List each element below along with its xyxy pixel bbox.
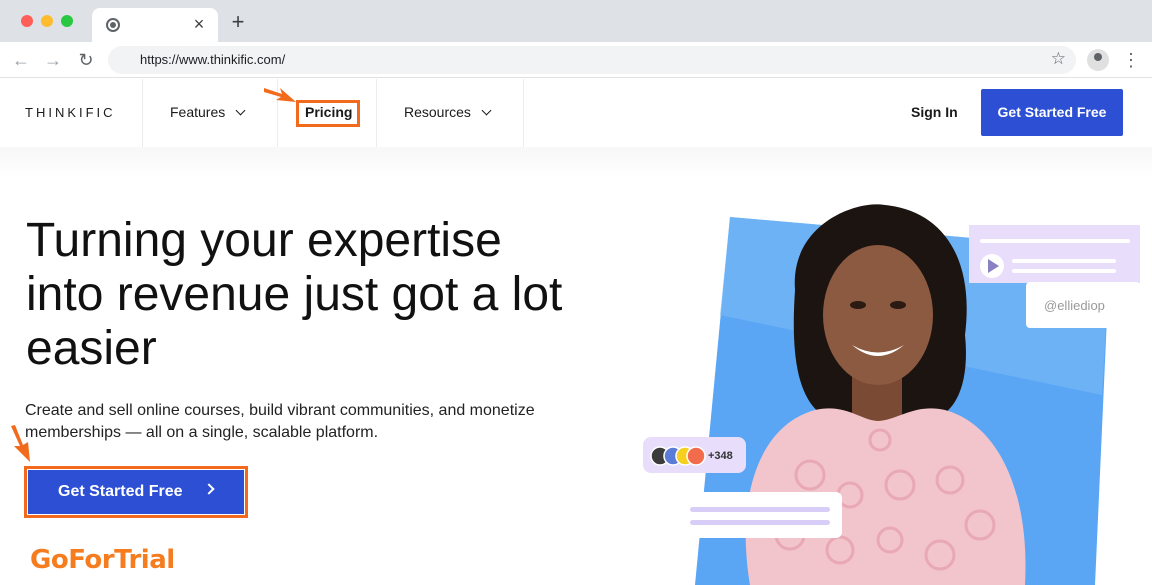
hero-cta-label: Get Started Free [58,483,183,500]
text-card-line [690,507,830,512]
reload-button[interactable]: ↻ [75,49,97,71]
profile-avatar-icon[interactable] [1087,49,1109,71]
person-face [823,245,933,385]
header-shadow [0,147,1152,177]
browser-tab-bar: × + [0,0,1152,42]
person-eye-right [890,301,906,309]
nav-divider [142,79,143,147]
url-text[interactable]: https://www.thinkific.com/ [140,52,285,67]
chevron-down-icon [481,105,492,116]
new-tab-button[interactable]: + [228,11,248,33]
chevron-down-icon [235,105,246,116]
video-card-line [1012,269,1116,273]
header-get-started-button[interactable]: Get Started Free [981,89,1123,136]
browser-menu-icon[interactable]: ⋮ [1122,49,1140,71]
address-bar[interactable]: https://www.thinkific.com/ ☆ [108,46,1076,74]
nav-divider [376,79,377,147]
browser-tab[interactable]: × [92,8,218,42]
avatar-count: +348 [708,450,733,462]
avatar [686,446,706,466]
hero-subtitle: Create and sell online courses, build vi… [25,402,535,441]
person-eye-left [850,301,866,309]
browser-toolbar: ← → ↻ https://www.thinkific.com/ ☆ ⋮ [0,42,1152,78]
close-window-button[interactable] [21,15,33,27]
bookmark-star-icon[interactable]: ☆ [1051,49,1066,69]
cta-pointer-arrow-icon [11,425,30,462]
minimize-window-button[interactable] [41,15,53,27]
back-button[interactable]: ← [10,49,32,71]
nav-resources-label: Resources [404,104,471,120]
sign-in-link[interactable]: Sign In [911,104,958,120]
thinkific-logo[interactable]: THINKIFIC [25,105,116,120]
creator-handle: @elliediop [1044,298,1105,313]
video-card-line [1012,259,1116,263]
close-tab-icon[interactable]: × [190,15,208,33]
nav-divider [523,79,524,147]
text-card-line [690,520,830,525]
hero-illustration [643,204,1140,585]
forward-button[interactable]: → [42,49,64,71]
hero-title: Turning your expertise into revenue just… [26,214,563,375]
maximize-window-button[interactable] [61,15,73,27]
pricing-pointer-arrow-icon [264,88,296,102]
nav-features-label: Features [170,104,226,120]
nav-resources[interactable]: Resources [404,104,492,120]
text-card [682,492,842,538]
video-card-line [980,239,1130,243]
chrome-favicon-icon [106,18,120,32]
site-header: THINKIFIC Features Resources [0,79,1152,147]
nav-features[interactable]: Features [170,104,246,120]
nav-pricing[interactable]: Pricing [305,104,352,120]
goftrial-watermark: GoForTrial [30,545,175,575]
